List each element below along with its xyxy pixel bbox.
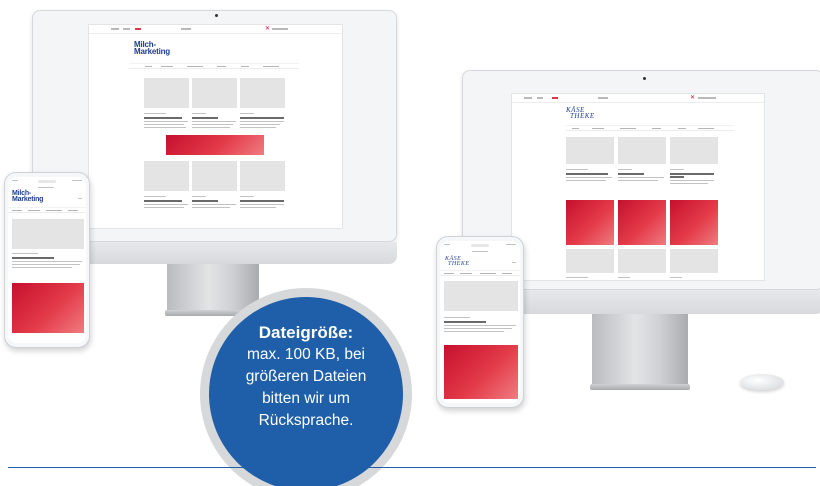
site-logo[interactable]: KÄSE THEKE [445, 256, 470, 267]
phone-notch [38, 180, 56, 183]
site-logo[interactable]: KÄSE THEKE [566, 107, 595, 120]
article-image[interactable] [240, 78, 285, 108]
article-image[interactable] [144, 78, 189, 108]
site-topbar: ✕ [512, 94, 764, 103]
badge-title: Dateigröße: [258, 323, 354, 342]
article-image[interactable] [444, 281, 518, 311]
article-image[interactable] [670, 137, 718, 164]
ad-banner[interactable] [670, 200, 718, 245]
site-nav[interactable] [440, 270, 520, 276]
article-image[interactable] [144, 161, 189, 191]
phone-left: Milch- Marketing [4, 172, 90, 348]
ad-banner[interactable] [618, 200, 666, 245]
camera-dot [214, 14, 218, 17]
site-logo-line2: THEKE [448, 261, 470, 267]
cheese-logo-mark-icon: ✕ [690, 95, 696, 101]
badge-line: bitten wir um [262, 390, 350, 407]
article-image[interactable] [192, 78, 237, 108]
imac-right-screen: ✕ KÄSE THEKE [511, 93, 765, 281]
article-image[interactable] [192, 161, 237, 191]
ad-banner[interactable] [12, 283, 84, 333]
site-topbar: ✕ [89, 25, 342, 34]
phone-right: KÄSE THEKE [436, 236, 524, 408]
divider-line [8, 467, 816, 468]
article-image[interactable] [566, 249, 614, 273]
imac-left-stand [167, 264, 259, 312]
camera-dot [643, 77, 646, 80]
badge-line: Rücksprache. [258, 412, 354, 429]
site-nav[interactable] [566, 125, 734, 131]
phone-notch [471, 244, 489, 247]
site-nav[interactable] [129, 63, 299, 69]
article-image[interactable] [12, 219, 84, 249]
article-image[interactable] [618, 137, 666, 164]
leaderboard-ad-banner[interactable] [166, 135, 264, 155]
article-image[interactable] [240, 161, 285, 191]
article-image[interactable] [566, 137, 614, 164]
file-size-badge: Dateigröße: max. 100 KB, bei größeren Da… [209, 297, 403, 486]
site-logo-line2: Marketing [134, 47, 170, 56]
phone-left-screen: Milch- Marketing [8, 177, 86, 343]
badge-line: größeren Dateien [245, 368, 367, 385]
ad-banner[interactable] [444, 345, 518, 399]
badge-line: max. 100 KB, bei [246, 346, 366, 363]
article-image[interactable] [618, 249, 666, 273]
article-image[interactable] [670, 249, 718, 273]
cheese-logo-mark-icon: ✕ [265, 26, 271, 32]
phone-right-screen: KÄSE THEKE [440, 241, 520, 403]
site-logo-line2: Marketing [12, 196, 44, 203]
imac-right-stand-foot [590, 384, 690, 390]
imac-left-screen: ✕ Milch- Marketing [88, 24, 343, 229]
site-logo-line2: THEKE [570, 112, 595, 120]
site-nav[interactable] [8, 207, 86, 213]
imac-right-stand [592, 314, 688, 388]
ad-banner[interactable] [566, 200, 614, 245]
magic-mouse [740, 374, 784, 390]
site-logo[interactable]: Milch- Marketing [134, 41, 170, 56]
site-logo[interactable]: Milch- Marketing [12, 190, 44, 203]
